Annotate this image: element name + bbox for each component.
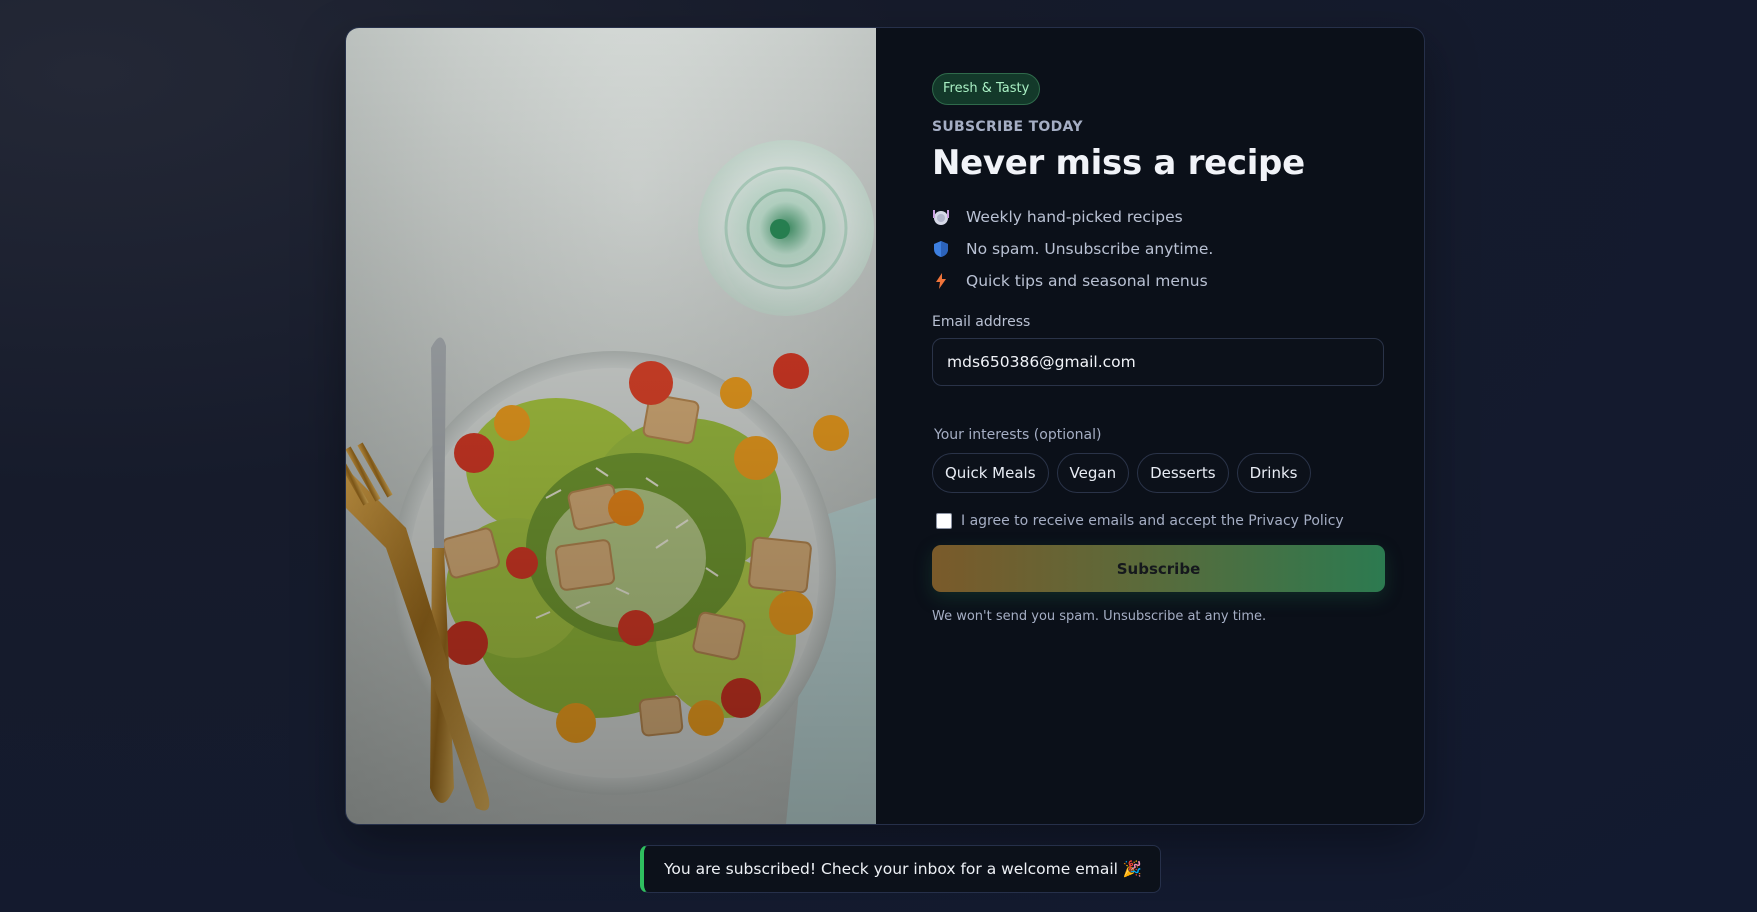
page-title: Never miss a recipe <box>932 143 1305 183</box>
subscribe-button[interactable]: Subscribe <box>932 545 1385 592</box>
plate-icon <box>932 208 950 226</box>
feature-text: No spam. Unsubscribe anytime. <box>966 240 1214 258</box>
fresh-badge: Fresh & Tasty <box>932 73 1041 105</box>
chip-drinks[interactable]: Drinks <box>1236 453 1311 493</box>
salad-plate-image <box>346 28 876 824</box>
consent-row[interactable]: I agree to receive emails and accept the… <box>936 513 1424 529</box>
feature-item: No spam. Unsubscribe anytime. <box>932 233 1424 265</box>
feature-text: Quick tips and seasonal menus <box>966 272 1208 290</box>
consent-checkbox[interactable] <box>936 513 952 529</box>
lightning-icon <box>932 272 950 290</box>
hero-image <box>346 28 876 824</box>
no-spam-note: We won't send you spam. Unsubscribe at a… <box>932 609 1267 624</box>
subscribe-panel: Fresh & Tasty SUBSCRIBE TODAY Never miss… <box>876 28 1424 824</box>
feature-text: Weekly hand-picked recipes <box>966 208 1183 226</box>
interest-chips: Quick Meals Vegan Desserts Drinks <box>932 453 1424 493</box>
interests-label: Your interests (optional) <box>934 427 1102 443</box>
subscribe-card: Fresh & Tasty SUBSCRIBE TODAY Never miss… <box>345 27 1425 825</box>
chip-desserts[interactable]: Desserts <box>1137 453 1229 493</box>
feature-item: Weekly hand-picked recipes <box>932 201 1424 233</box>
feature-item: Quick tips and seasonal menus <box>932 265 1424 297</box>
email-field[interactable] <box>932 338 1384 386</box>
feature-list: Weekly hand-picked recipes No spam. Unsu… <box>932 201 1424 297</box>
chip-quick-meals[interactable]: Quick Meals <box>932 453 1049 493</box>
email-label: Email address <box>932 314 1031 330</box>
eyebrow-text: SUBSCRIBE TODAY <box>932 119 1083 135</box>
consent-text: I agree to receive emails and accept the… <box>961 513 1344 529</box>
toast-message: You are subscribed! Check your inbox for… <box>664 860 1143 878</box>
chip-vegan[interactable]: Vegan <box>1056 453 1130 493</box>
success-toast: You are subscribed! Check your inbox for… <box>640 845 1162 893</box>
shield-icon <box>932 240 950 258</box>
